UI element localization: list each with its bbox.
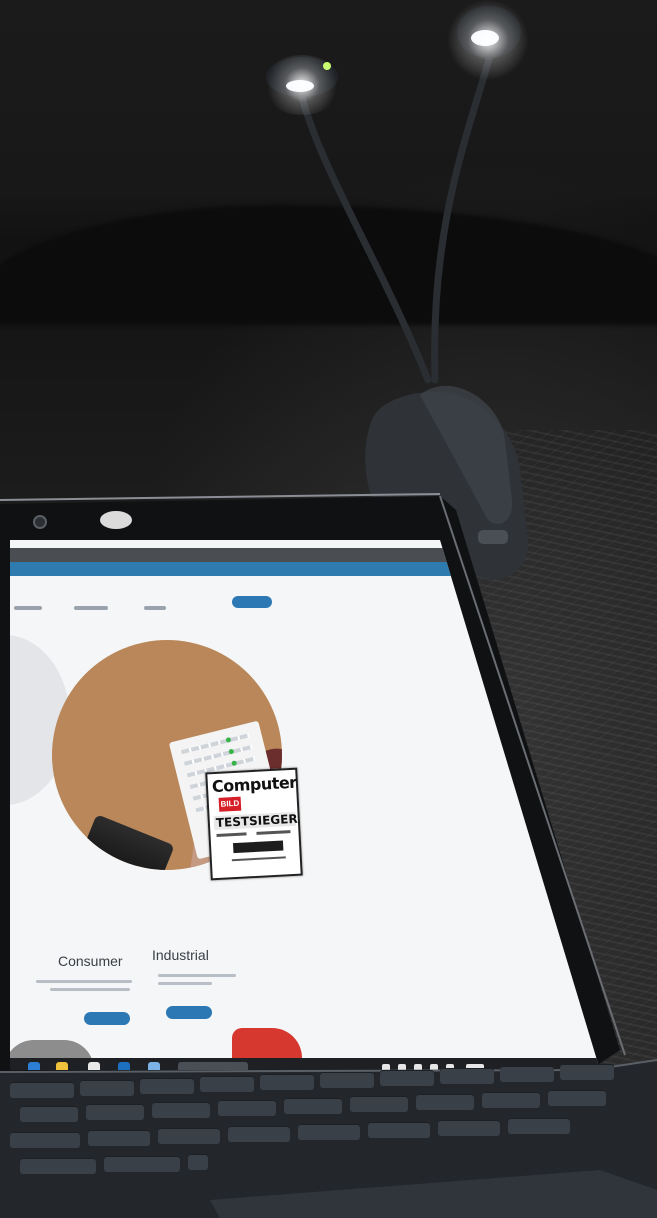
keyboard-key[interactable] — [104, 1156, 180, 1172]
badge-bar — [232, 840, 284, 854]
nav-item-1[interactable] — [14, 606, 42, 610]
section-text — [158, 974, 236, 977]
led-glow-right — [446, 0, 530, 80]
section-title-consumer: Consumer — [58, 953, 123, 969]
keyboard-key[interactable] — [86, 1104, 144, 1120]
consumer-button[interactable] — [84, 1012, 130, 1025]
section-text — [158, 982, 212, 985]
keyboard-key[interactable] — [140, 1078, 194, 1094]
webcam-icon — [33, 515, 47, 529]
keyboard-key[interactable] — [10, 1132, 80, 1148]
keyboard-key[interactable] — [10, 1082, 74, 1098]
badge-brand: Computer — [211, 771, 298, 799]
section-text — [36, 980, 132, 983]
keyboard-key[interactable] — [228, 1126, 290, 1142]
keyboard-key[interactable] — [20, 1158, 96, 1174]
keyboard-key[interactable] — [158, 1128, 220, 1144]
keyboard-key[interactable] — [260, 1074, 314, 1090]
keyboard-key[interactable] — [438, 1120, 500, 1136]
keyboard-key[interactable] — [284, 1098, 342, 1114]
keyboard-key[interactable] — [200, 1076, 254, 1092]
badge-line — [256, 830, 291, 835]
keyboard-key[interactable] — [508, 1118, 570, 1134]
keyboard-key[interactable] — [350, 1096, 408, 1112]
keyboard-key[interactable] — [20, 1106, 78, 1122]
lamp-neck-right — [431, 41, 497, 384]
photo: Computer BILD TESTSIEGER Consumer Indust… — [0, 0, 657, 1218]
nav-item-3[interactable] — [144, 606, 166, 610]
led-glow-left — [262, 55, 342, 115]
keyboard-key[interactable] — [298, 1124, 360, 1140]
keyboard-key[interactable] — [548, 1090, 606, 1106]
keyboard-key[interactable] — [416, 1094, 474, 1110]
keyboard-key[interactable] — [440, 1068, 494, 1084]
keyboard-key[interactable] — [218, 1100, 276, 1116]
keyboard-key[interactable] — [88, 1130, 150, 1146]
section-title-industrial: Industrial — [152, 947, 209, 963]
keyboard-key[interactable] — [500, 1066, 554, 1082]
keyboard-key[interactable] — [152, 1102, 210, 1118]
keyboard-key[interactable] — [320, 1072, 374, 1088]
keyboard-key[interactable] — [368, 1122, 430, 1138]
nav-item-2[interactable] — [74, 606, 108, 610]
industrial-button[interactable] — [166, 1006, 212, 1019]
keyboard-key[interactable] — [560, 1064, 614, 1080]
badge-headline: TESTSIEGER — [213, 811, 298, 831]
webcam-light — [100, 511, 132, 529]
nav-cta-button[interactable] — [232, 596, 272, 608]
badge-line — [231, 856, 286, 862]
keyboard-key[interactable] — [482, 1092, 540, 1108]
keyboard-key[interactable] — [80, 1080, 134, 1096]
test-badge: Computer BILD TESTSIEGER — [205, 767, 303, 881]
hero-hard-drive — [77, 814, 175, 870]
deck-edge — [0, 1059, 657, 1073]
keyboard-key[interactable] — [380, 1070, 434, 1086]
section-text — [50, 988, 130, 991]
lamp-neck-left — [296, 86, 432, 384]
keyboard-key[interactable] — [188, 1154, 208, 1170]
badge-line — [216, 832, 247, 837]
badge-subbrand: BILD — [218, 796, 242, 812]
